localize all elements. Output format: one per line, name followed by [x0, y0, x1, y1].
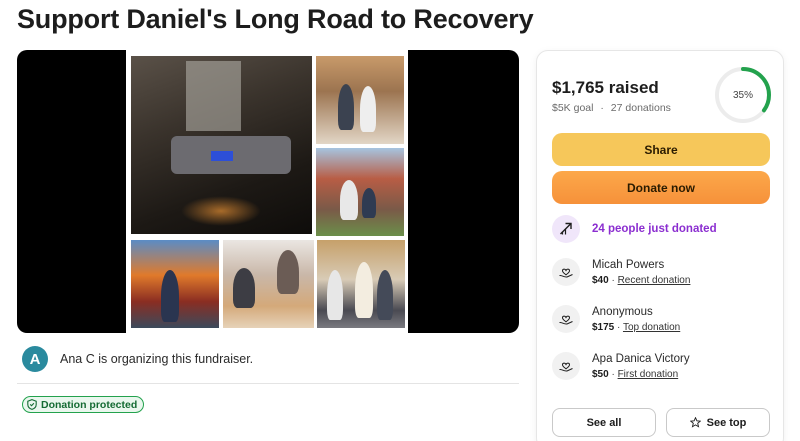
donor-item: Anonymous $175 · Top donation	[552, 305, 680, 333]
share-button[interactable]: Share	[552, 133, 770, 166]
donate-button[interactable]: Donate now	[552, 171, 770, 204]
amount-raised: $1,765 raised	[552, 78, 659, 97]
campaign-media[interactable]	[17, 50, 519, 333]
trending-up-icon	[552, 215, 580, 243]
donor-tag-link[interactable]: Recent donation	[618, 275, 691, 286]
church-photo	[316, 56, 404, 144]
see-all-button[interactable]: See all	[552, 408, 656, 437]
badge-label: Donation protected	[41, 398, 138, 411]
donor-amount: $40	[592, 274, 609, 286]
organizer-text: Ana C is organizing this fundraiser.	[60, 352, 254, 366]
heart-hand-icon	[552, 305, 580, 333]
baptism-photo	[317, 240, 405, 328]
donation-count: 27 donations	[610, 102, 671, 114]
organizer-avatar[interactable]: A	[22, 346, 48, 372]
shield-check-icon	[27, 399, 37, 410]
hospital-room-photo	[131, 56, 312, 234]
balloons-photo	[131, 240, 219, 328]
donor-name: Apa Danica Victory	[592, 352, 690, 365]
donor-amount: $175	[592, 321, 615, 333]
donor-tag-link[interactable]: First donation	[618, 369, 679, 380]
goal-amount: $5K goal	[552, 102, 594, 114]
donor-tag-link[interactable]: Top donation	[623, 322, 680, 333]
goal-line: $5K goal · 27 donations	[552, 102, 671, 114]
donor-name: Micah Powers	[592, 258, 665, 271]
heart-hand-icon	[552, 258, 580, 286]
recent-donations-notice: 24 people just donated	[552, 215, 717, 243]
family-outdoor-photo	[316, 148, 404, 236]
donor-item: Micah Powers $40 · Recent donation	[552, 258, 690, 286]
goal-separator: ·	[600, 102, 604, 114]
donor-item: Apa Danica Victory $50 · First donation	[552, 352, 690, 380]
donor-name: Anonymous	[592, 305, 653, 318]
donor-amount: $50	[592, 368, 609, 380]
divider	[17, 383, 519, 384]
progress-label: 35%	[732, 89, 753, 101]
photo-collage	[126, 50, 408, 333]
donation-panel: $1,765 raised $5K goal · 27 donations 35…	[536, 50, 784, 441]
recent-donations-text: 24 people just donated	[592, 223, 717, 235]
page-title: Support Daniel's Long Road to Recovery	[17, 4, 534, 34]
birthday-cake-photo	[223, 240, 314, 328]
donation-protected-badge[interactable]: Donation protected	[22, 396, 145, 413]
heart-hand-icon	[552, 352, 580, 380]
star-icon	[689, 417, 701, 428]
organizer-row: A Ana C is organizing this fundraiser.	[22, 346, 253, 372]
see-top-label: See top	[706, 416, 747, 429]
see-top-button[interactable]: See top	[666, 408, 770, 437]
